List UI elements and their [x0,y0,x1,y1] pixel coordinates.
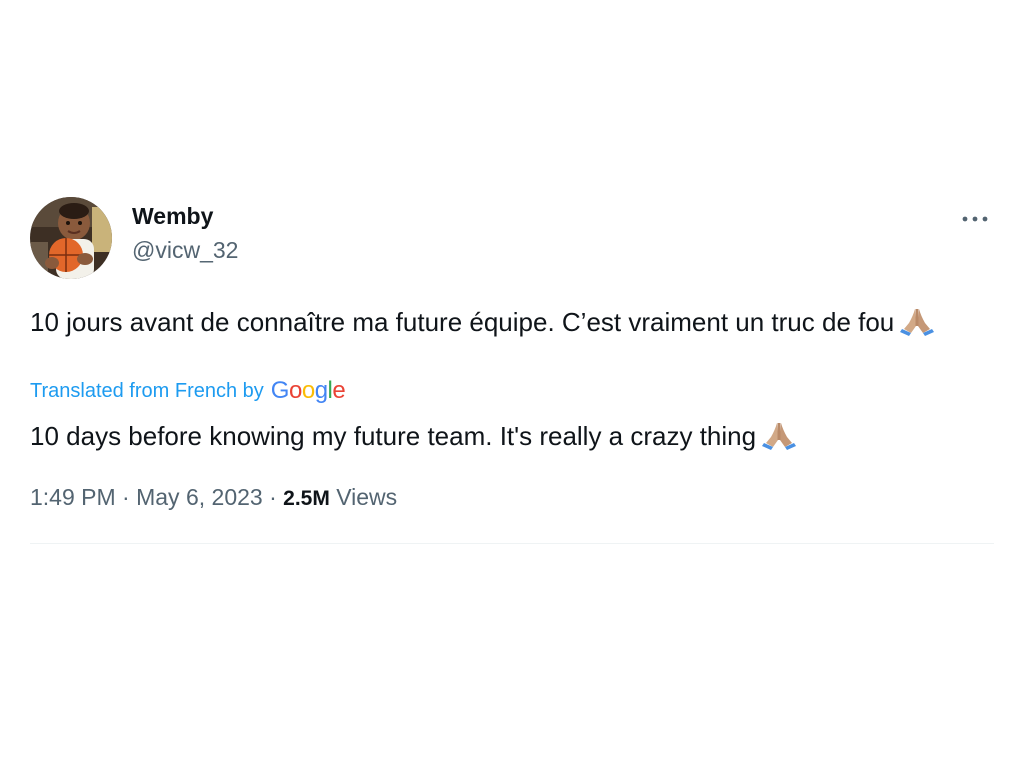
google-letter: o [288,377,302,404]
more-horizontal-icon[interactable] [960,211,990,227]
folded-hands-emoji [762,423,797,450]
meta-separator: · [262,484,284,510]
tweet-time[interactable]: 1:49 PM [30,484,116,510]
translated-from-text: Translated from French by [30,380,264,402]
display-name[interactable]: Wemby [132,201,238,231]
tweet-header: Wemby @vicw_32 [30,195,994,279]
google-letter: e [332,377,346,404]
meta-separator: · [115,484,137,510]
tweet-meta: 1:49 PM · May 6, 2023 · 2.5M Views [30,482,397,514]
tweet-date[interactable]: May 6, 2023 [136,484,263,510]
views-label[interactable]: Views [336,484,397,510]
avatar[interactable] [30,197,112,279]
translated-by-label[interactable]: Translated from French by Google [30,377,346,404]
tweet-text-translated: 10 days before knowing my future team. I… [30,419,985,453]
user-handle[interactable]: @vicw_32 [132,235,238,265]
google-letter: G [270,377,290,404]
folded-hands-emoji [900,309,935,336]
original-text: 10 jours avant de connaître ma future éq… [30,307,895,337]
author-names: Wemby @vicw_32 [132,201,238,265]
google-letter: o [301,377,315,404]
tweet-card[interactable]: Wemby @vicw_32 10 jours avant de connaît… [30,192,994,544]
views-count[interactable]: 2.5M [283,487,330,510]
tweet-text-original: 10 jours avant de connaître ma future éq… [30,305,985,339]
avatar-image [30,197,112,279]
google-logo: Google [270,377,346,404]
translated-text: 10 days before knowing my future team. I… [30,421,757,451]
google-letter: g [314,377,328,404]
